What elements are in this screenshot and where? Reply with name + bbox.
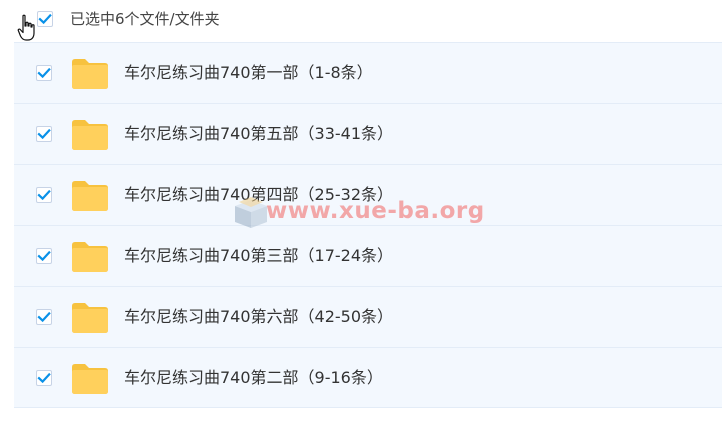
file-name[interactable]: 车尔尼练习曲740第二部（9-16条）	[124, 366, 383, 390]
file-name[interactable]: 车尔尼练习曲740第一部（1-8条）	[124, 61, 373, 85]
hand-cursor-icon	[17, 14, 35, 41]
file-row[interactable]: 车尔尼练习曲740第三部（17-24条）	[14, 225, 722, 286]
selection-count-text: 已选中6个文件/文件夹	[70, 10, 220, 28]
row-checkbox[interactable]	[36, 370, 52, 386]
file-row[interactable]: 车尔尼练习曲740第二部（9-16条）	[14, 347, 722, 408]
folder-icon	[72, 242, 108, 272]
row-checkbox[interactable]	[36, 187, 52, 203]
file-row[interactable]: 车尔尼练习曲740第一部（1-8条）	[14, 42, 722, 103]
folder-icon	[72, 303, 108, 333]
check-icon	[37, 311, 51, 323]
row-checkbox[interactable]	[36, 248, 52, 264]
file-name[interactable]: 车尔尼练习曲740第六部（42-50条）	[124, 305, 393, 329]
row-checkbox[interactable]	[36, 309, 52, 325]
check-icon	[37, 128, 51, 140]
check-icon	[37, 372, 51, 384]
file-name[interactable]: 车尔尼练习曲740第三部（17-24条）	[124, 244, 393, 268]
folder-icon	[72, 59, 108, 89]
file-row[interactable]: 车尔尼练习曲740第五部（33-41条）	[14, 103, 722, 164]
check-icon	[37, 250, 51, 262]
check-icon	[38, 13, 52, 25]
file-name[interactable]: 车尔尼练习曲740第四部（25-32条）	[124, 183, 393, 207]
row-checkbox[interactable]	[36, 65, 52, 81]
folder-icon	[72, 120, 108, 150]
file-list: 车尔尼练习曲740第一部（1-8条） 车尔尼练习曲740第五部（33-41条） …	[14, 42, 722, 408]
folder-icon	[72, 364, 108, 394]
check-icon	[37, 189, 51, 201]
select-all-checkbox[interactable]	[37, 11, 53, 27]
file-row[interactable]: 车尔尼练习曲740第六部（42-50条）	[14, 286, 722, 347]
selection-header: 已选中6个文件/文件夹	[0, 0, 722, 42]
row-checkbox[interactable]	[36, 126, 52, 142]
file-row[interactable]: 车尔尼练习曲740第四部（25-32条）	[14, 164, 722, 225]
file-name[interactable]: 车尔尼练习曲740第五部（33-41条）	[124, 122, 393, 146]
folder-icon	[72, 181, 108, 211]
check-icon	[37, 67, 51, 79]
